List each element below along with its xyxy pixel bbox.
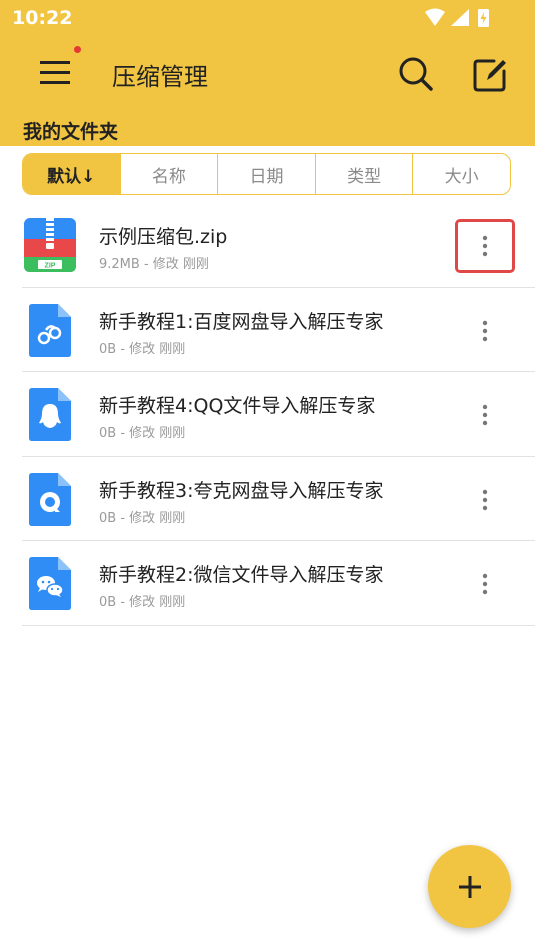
more-options-button[interactable] [458,307,512,355]
more-options-button[interactable] [458,476,512,524]
page-title: 压缩管理 [112,63,208,91]
file-item[interactable]: 新手教程2:微信文件导入解压专家 0B - 修改 刚刚 [22,541,535,626]
add-fab-button[interactable] [428,845,511,928]
status-time: 10:22 [12,7,73,29]
more-options-button[interactable] [458,560,512,608]
svg-text:ZIP: ZIP [45,263,56,270]
search-button[interactable] [394,53,438,97]
sort-tab-type[interactable]: 类型 [314,154,413,194]
more-vert-icon [482,489,488,510]
sort-tab-name[interactable]: 名称 [119,154,218,194]
file-name: 新手教程2:微信文件导入解压专家 [99,564,384,586]
sort-bar: 默认↓ 名称 日期 类型 大小 [22,153,511,195]
toolbar: 压缩管理 [0,40,535,106]
qq-file-icon [29,388,71,441]
top-app-bar: 10:22 压缩管理 我的文件夹 [0,0,535,146]
status-icons [425,8,489,27]
file-meta: 0B - 修改 刚刚 [99,426,186,441]
search-icon [399,57,433,91]
file-item[interactable]: 新手教程1:百度网盘导入解压专家 0B - 修改 刚刚 [22,288,535,372]
more-options-button[interactable] [455,219,515,273]
edit-button[interactable] [468,53,512,97]
signal-icon [451,9,469,26]
file-item[interactable]: 新手教程4:QQ文件导入解压专家 0B - 修改 刚刚 [22,372,535,457]
zip-icon: ZIP [24,218,76,272]
edit-icon [473,59,506,92]
file-name: 新手教程1:百度网盘导入解压专家 [99,310,384,333]
sort-tab-default[interactable]: 默认↓ [23,154,120,194]
more-vert-icon [482,320,488,341]
file-item[interactable]: ZIP 示例压缩包.zip 9.2MB - 修改 刚刚 [22,203,535,288]
more-vert-icon [482,235,488,257]
notification-dot [74,46,81,53]
file-meta: 0B - 修改 刚刚 [99,510,186,526]
more-vert-icon [482,573,488,595]
file-meta: 9.2MB - 修改 刚刚 [99,257,209,272]
hamburger-menu-icon [40,61,70,84]
more-vert-icon [482,404,488,426]
baidu-netdisk-file-icon [29,303,71,357]
status-bar: 10:22 [0,0,535,36]
menu-button[interactable] [34,53,78,93]
sort-tab-size[interactable]: 大小 [412,154,510,194]
file-list: ZIP 示例压缩包.zip 9.2MB - 修改 刚刚 新手教程1:百度网盘导入… [0,203,535,626]
file-meta: 0B - 修改 刚刚 [99,341,186,357]
file-meta: 0B - 修改 刚刚 [99,595,186,610]
sort-tab-date[interactable]: 日期 [217,154,315,194]
wechat-file-icon [29,557,71,610]
file-name: 示例压缩包.zip [99,226,228,248]
more-options-button[interactable] [458,391,512,439]
file-name: 新手教程4:QQ文件导入解压专家 [99,395,376,417]
quark-file-icon [29,472,71,526]
wifi-icon [425,8,445,26]
file-item[interactable]: 新手教程3:夸克网盘导入解压专家 0B - 修改 刚刚 [22,457,535,541]
plus-icon [458,875,481,898]
file-name: 新手教程3:夸克网盘导入解压专家 [99,479,384,502]
section-title: 我的文件夹 [23,121,119,143]
